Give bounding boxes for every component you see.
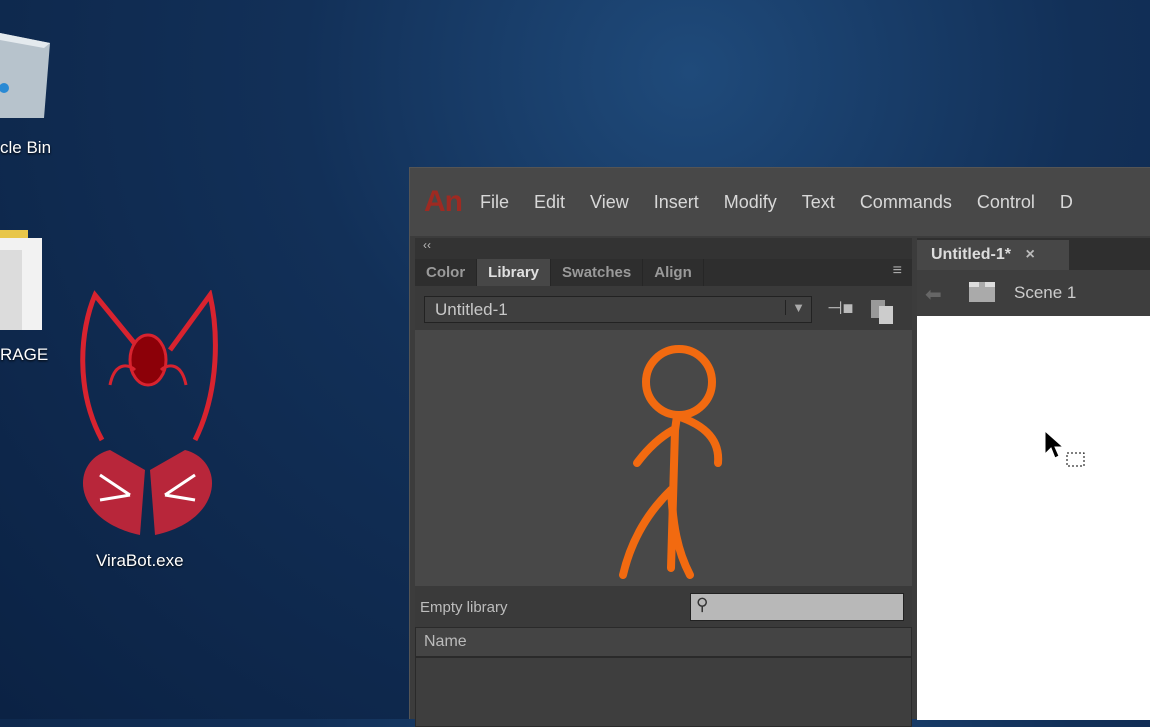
menu-debug[interactable]: D <box>1060 192 1073 213</box>
menu-view[interactable]: View <box>590 192 629 213</box>
document-tab[interactable]: Untitled-1* × <box>917 240 1069 270</box>
tab-swatches[interactable]: Swatches <box>551 259 644 286</box>
library-status: Empty library <box>420 599 508 616</box>
document-select-value: Untitled-1 <box>435 300 508 319</box>
animate-logo: An <box>424 185 463 218</box>
menu-control[interactable]: Control <box>977 192 1035 213</box>
new-library-panel-icon[interactable] <box>871 300 895 324</box>
panel-tabs: Color Library Swatches Align ≡ <box>415 259 912 286</box>
menu-insert[interactable]: Insert <box>654 192 699 213</box>
document-tab-label: Untitled-1* <box>931 246 1011 263</box>
menu-file[interactable]: File <box>480 192 509 213</box>
menu-edit[interactable]: Edit <box>534 192 565 213</box>
scene-bar: ⬅ Scene 1 <box>917 270 1150 316</box>
folder-label: RAGE <box>0 345 49 364</box>
close-icon[interactable]: × <box>1025 246 1034 263</box>
tab-align[interactable]: Align <box>643 259 704 286</box>
pin-icon[interactable]: ⊣■ <box>827 298 854 319</box>
desktop-icon-recycle-bin[interactable]: cle Bin <box>0 10 70 160</box>
document-select[interactable]: Untitled-1 ▼ <box>424 296 812 323</box>
search-icon: ⚲ <box>696 595 709 614</box>
name-column-header[interactable]: Name <box>415 627 912 657</box>
recycle-bin-icon <box>0 33 50 118</box>
virabot-label: ViraBot.exe <box>96 551 184 570</box>
desktop-icon-folder[interactable]: RAGE <box>0 230 70 370</box>
library-panel: ‹‹ Color Library Swatches Align ≡ Untitl… <box>415 238 912 727</box>
animate-window: An File Edit View Insert Modify Text Com… <box>409 167 1150 727</box>
library-preview <box>415 330 912 586</box>
menu-bar: An File Edit View Insert Modify Text Com… <box>410 168 1150 236</box>
virabot-icon <box>80 290 218 535</box>
menu-commands[interactable]: Commands <box>860 192 952 213</box>
folder-icon <box>0 230 42 330</box>
stage[interactable] <box>917 316 1150 720</box>
tab-library[interactable]: Library <box>477 259 552 286</box>
panel-menu-icon[interactable]: ≡ <box>893 259 902 286</box>
library-search-input[interactable]: ⚲ <box>690 593 904 621</box>
tab-color[interactable]: Color <box>415 259 478 286</box>
chevron-down-icon: ▼ <box>785 300 805 315</box>
desktop-icon-virabot[interactable]: ViraBot.exe <box>70 290 230 580</box>
document-area: Untitled-1* × ⬅ Scene 1 <box>917 238 1150 720</box>
clapperboard-icon <box>969 282 995 302</box>
menu-text[interactable]: Text <box>802 192 835 213</box>
stick-figure <box>619 345 723 579</box>
library-list <box>415 657 912 727</box>
scene-label[interactable]: Scene 1 <box>1014 283 1076 303</box>
menu-modify[interactable]: Modify <box>724 192 777 213</box>
back-arrow-icon[interactable]: ⬅ <box>925 282 942 307</box>
recycle-bin-label: cle Bin <box>0 138 52 157</box>
collapse-panel-button[interactable]: ‹‹ <box>415 238 912 259</box>
cursor-icon <box>1044 430 1085 467</box>
